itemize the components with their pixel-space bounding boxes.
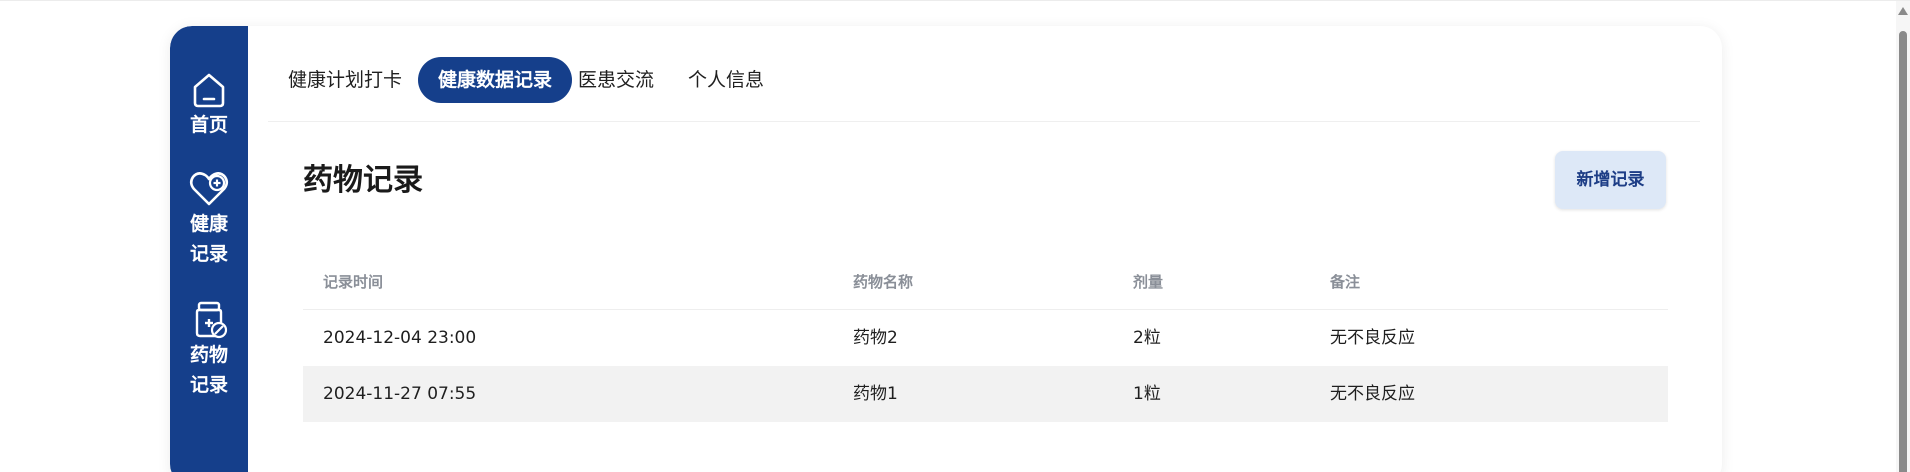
tab-health-plan-checkin[interactable]: 健康计划打卡 [268,57,422,103]
sidebar-item-medicine-records[interactable]: 药物 记录 [170,300,248,400]
add-record-button[interactable]: 新增记录 [1555,151,1666,209]
sidebar-item-label: 药物 记录 [189,344,228,396]
sidebar-item-label: 健康 记录 [189,213,228,265]
cell-time: 2024-11-27 07:55 [323,384,477,404]
column-header-time: 记录时间 [323,273,384,291]
cell-medicine: 药物1 [853,384,898,404]
table-row[interactable]: 2024-12-04 23:00 药物2 2粒 无不良反应 [303,310,1668,366]
tab-doctor-patient-chat[interactable]: 医患交流 [558,57,674,103]
table-header: 记录时间 药物名称 剂量 备注 [303,254,1668,310]
cell-note: 无不良反应 [1330,384,1415,404]
page-title: 药物记录 [303,163,423,198]
table-row[interactable]: 2024-11-27 07:55 药物1 1粒 无不良反应 [303,366,1668,422]
medicine-table: 记录时间 药物名称 剂量 备注 2024-12-04 23:00 药物2 2粒 … [303,254,1668,422]
column-header-note: 备注 [1330,273,1361,291]
page: 首页 健康 记录 药物 记录 健康计划打卡 健康数据记录 医患交流 个人信息 药… [0,0,1910,472]
sidebar: 首页 健康 记录 药物 记录 [170,26,248,472]
page-scrollbar[interactable] [1896,1,1910,472]
cell-time: 2024-12-04 23:00 [323,328,477,348]
tab-personal-info[interactable]: 个人信息 [668,57,784,103]
sidebar-item-label: 首页 [189,114,228,136]
tab-health-data-records[interactable]: 健康数据记录 [418,57,573,103]
top-nav: 健康计划打卡 健康数据记录 医患交流 个人信息 [268,26,1700,122]
cell-note: 无不良反应 [1330,328,1415,348]
medicine-bottle-icon [189,300,229,340]
scrollbar-thumb[interactable] [1899,31,1907,472]
cell-dose: 2粒 [1133,328,1161,348]
sidebar-item-health-records[interactable]: 健康 记录 [170,169,248,269]
scroll-up-arrow-icon[interactable] [1898,7,1908,15]
column-header-dose: 剂量 [1133,273,1164,291]
cell-dose: 1粒 [1133,384,1161,404]
main-card: 首页 健康 记录 药物 记录 健康计划打卡 健康数据记录 医患交流 个人信息 药… [170,26,1722,472]
heart-plus-icon [188,169,230,209]
cell-medicine: 药物2 [853,328,898,348]
column-header-medicine: 药物名称 [853,273,914,291]
sidebar-item-home[interactable]: 首页 [170,70,248,140]
home-icon [189,70,229,110]
